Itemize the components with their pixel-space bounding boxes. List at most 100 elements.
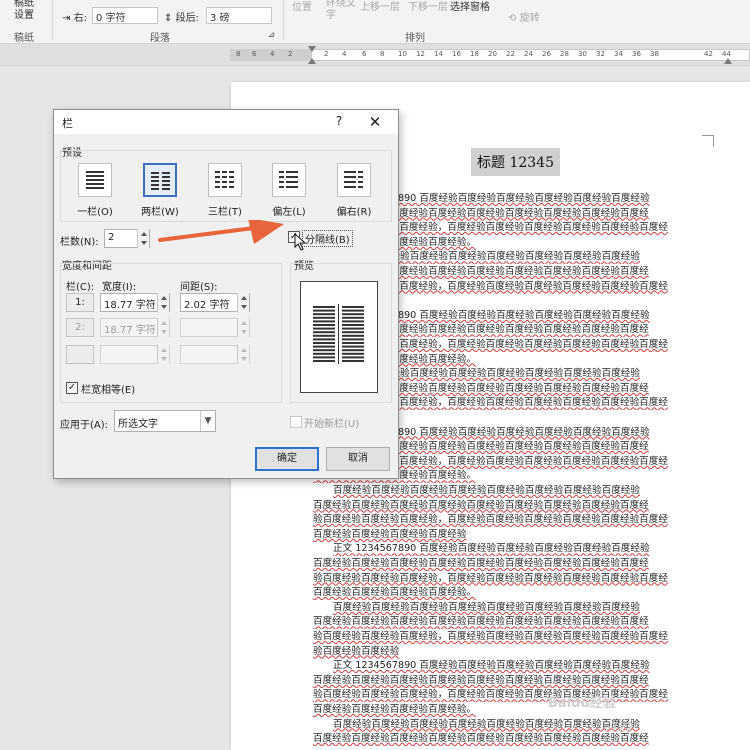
document-line[interactable]: 验百度经验百度经验 xyxy=(313,645,708,659)
column-1-spacing-spinner[interactable] xyxy=(237,293,249,312)
column-count-spinner[interactable] xyxy=(137,229,149,248)
bring-forward-button[interactable]: 上移一层 xyxy=(360,0,400,13)
preview-page xyxy=(300,281,378,393)
preview-line xyxy=(342,306,364,308)
hanging-indent-icon[interactable] xyxy=(308,58,316,64)
preset-left[interactable] xyxy=(272,163,306,197)
document-line[interactable]: 验百度经验百度经验百度经验，百度经验百度经验百度经验百度经验百度经验百度经 xyxy=(313,572,708,586)
column-3-width-spinner[interactable] xyxy=(157,345,169,364)
preset-two-columns[interactable] xyxy=(143,163,177,197)
preview-line xyxy=(342,360,364,362)
new-column-label[interactable]: 开始新栏(U) xyxy=(304,415,359,430)
rotate-button[interactable]: ⟲ 旋转 xyxy=(508,9,540,24)
document-line[interactable]: 验百度经验百度经验百度经验，百度经验百度经验百度经验百度经验百度经验百度经 xyxy=(313,513,708,527)
space-after-input[interactable]: 3 磅 xyxy=(206,7,272,24)
dialog-title: 栏 xyxy=(62,117,73,130)
ribbon: 稿纸 设置 ⇥ 右: 0 字符 ⇕ 段后: 3 磅 位置 环绕文 字 上移一层 … xyxy=(0,0,750,44)
document-line[interactable]: 正文 1234567890 百度经验百度经验百度经验百度经验百度经验百度经验 xyxy=(333,542,708,556)
document-line[interactable]: 百度经验百度经验百度经验百度经验百度经验百度经验百度经验百度经验 xyxy=(333,601,708,615)
horizontal-ruler[interactable]: 8 6 4 2 2 4 6 8 10 12 14 16 18 20 22 24 26 28 30 32 34 36 38 42… xyxy=(0,44,750,66)
ruler-tick-label: 34 xyxy=(614,50,623,58)
preview-line xyxy=(313,338,335,341)
group-label-arrange: 排列 xyxy=(405,33,425,44)
gaozhi-settings-button[interactable]: 稿纸 设置 xyxy=(14,0,34,22)
column-header: 栏(C): xyxy=(66,282,95,293)
preview-line xyxy=(313,320,335,323)
cancel-button[interactable]: 取消 xyxy=(326,447,390,471)
document-line[interactable]: 百度经验百度经验百度经验百度经验。 xyxy=(313,586,708,600)
ruler-tick-label: 28 xyxy=(560,50,569,58)
preset-right[interactable] xyxy=(337,163,371,197)
preview-line xyxy=(313,356,335,359)
right-indent-label: ⇥ 右: xyxy=(62,9,87,24)
three-columns-icon xyxy=(215,171,234,188)
document-title[interactable]: 标题 12345 xyxy=(471,148,560,176)
document-line[interactable]: 百度经验百度经验百度经验百度经验百度经验百度经验百度经验百度经验百度经 xyxy=(313,557,708,571)
watermark-brand: Baidu经验 xyxy=(548,696,616,711)
preview-line xyxy=(342,352,364,355)
selection-pane-button[interactable]: 选择窗格 xyxy=(450,0,490,13)
equal-width-checkbox[interactable]: ✓ xyxy=(66,382,78,394)
indent-icon: ⇥ xyxy=(62,13,71,24)
indent-marker-icon[interactable] xyxy=(308,46,316,52)
ok-button[interactable]: 确定 xyxy=(255,447,319,471)
document-line[interactable]: 百度经验百度经验百度经验百度经验百度经验百度经验百度经验百度经验百度经 xyxy=(313,499,708,513)
document-line[interactable]: 百度经验百度经验百度经验百度经验百度经验百度经验百度经验百度经验百度经 xyxy=(313,615,708,629)
document-line[interactable]: 百度经验百度经验百度经验百度经验百度经验百度经验百度经验百度经验百度经 xyxy=(313,732,708,746)
ruler-tick-label: 12 xyxy=(416,50,425,58)
ruler-tick-label: 30 xyxy=(578,50,587,58)
column-3-spacing-spinner[interactable] xyxy=(237,345,249,364)
column-2-number: 2: xyxy=(66,318,94,337)
column-1-width-spinner[interactable] xyxy=(157,293,169,312)
document-line[interactable]: 验百度经验百度经验百度经验，百度经验百度经验百度经验百度经验百度经验百度经 xyxy=(313,630,708,644)
preview-line xyxy=(342,320,364,323)
document-line[interactable]: 正文 1234567890 百度经验百度经验百度经验百度经验百度经验百度经验 xyxy=(333,659,708,673)
chevron-down-icon[interactable]: ▼ xyxy=(200,411,215,431)
preview-line xyxy=(313,327,335,330)
annotation-arrow-icon xyxy=(158,220,284,244)
column-2-width-spinner[interactable] xyxy=(157,318,169,337)
columns-dialog: 栏 ? ✕ 预设 一栏(O) 两栏(W) 三栏(T) 偏左(L) 偏右(R) 栏… xyxy=(53,109,399,479)
space-after-label: ⇕ 段后: xyxy=(164,9,199,24)
paragraph-dialog-launcher-icon[interactable]: ⊿ xyxy=(268,30,275,39)
send-backward-button[interactable]: 下移一层 xyxy=(408,0,448,13)
document-line[interactable]: 验百度经验百度经验百度经验，百度经验百度经验百度经验百度经验百度经验百度经 xyxy=(313,688,708,702)
document-line[interactable]: 百度经验百度经验百度经验百度经验百度经验百度经验百度经验百度经验 xyxy=(333,484,708,498)
close-button[interactable]: ✕ xyxy=(366,113,384,131)
preset-one-column[interactable] xyxy=(78,163,112,197)
column-2-spacing-spinner[interactable] xyxy=(237,318,249,337)
preview-line xyxy=(342,345,364,348)
position-button[interactable]: 位置 xyxy=(292,0,312,13)
ruler-tick-label: 20 xyxy=(488,50,497,58)
ruler-tick-label: 10 xyxy=(398,50,407,58)
ruler-tick-label: 2 xyxy=(324,50,329,58)
ruler-tick-label: 24 xyxy=(524,50,533,58)
document-line[interactable]: 百度经验百度经验百度经验百度经验。 xyxy=(313,703,708,717)
preset-label-right[interactable]: 偏右(R) xyxy=(329,203,379,218)
dialog-titlebar[interactable]: 栏 ? ✕ xyxy=(54,110,398,134)
right-indent-input[interactable]: 0 字符 xyxy=(92,7,158,24)
ruler-tick-label: 26 xyxy=(542,50,551,58)
margin-corner-mark xyxy=(702,135,714,147)
ruler-tick-label: 4 xyxy=(342,50,347,58)
document-line[interactable]: 百度经验百度经验百度经验百度经验百度经验百度经验百度经验百度经验百度经 xyxy=(313,674,708,688)
ruler-tick-label: 42 xyxy=(704,50,713,58)
ruler-tick-label: 6 xyxy=(252,50,257,58)
document-line[interactable]: 百度经验百度经验百度经验百度经验 xyxy=(313,528,708,542)
preset-label-two[interactable]: 两栏(W) xyxy=(135,203,185,218)
preview-line xyxy=(342,334,364,337)
new-column-checkbox[interactable] xyxy=(290,416,302,428)
wrap-text-button[interactable]: 环绕文 字 xyxy=(326,0,356,22)
right-indent-icon[interactable] xyxy=(724,58,732,64)
preset-label-one[interactable]: 一栏(O) xyxy=(70,203,120,218)
preset-label-left[interactable]: 偏左(L) xyxy=(264,203,314,218)
separator-label[interactable]: 分隔线(B) xyxy=(302,230,353,247)
help-button[interactable]: ? xyxy=(331,114,347,130)
ruler-tick-label: 16 xyxy=(452,50,461,58)
preview-line xyxy=(313,316,335,319)
preset-three-columns[interactable] xyxy=(208,163,242,197)
equal-width-label[interactable]: 栏宽相等(E) xyxy=(81,381,135,396)
document-line[interactable]: 百度经验百度经验百度经验百度经验百度经验百度经验百度经验百度经验 xyxy=(333,718,708,732)
preview-line xyxy=(313,360,335,362)
preset-label-three[interactable]: 三栏(T) xyxy=(200,203,250,218)
